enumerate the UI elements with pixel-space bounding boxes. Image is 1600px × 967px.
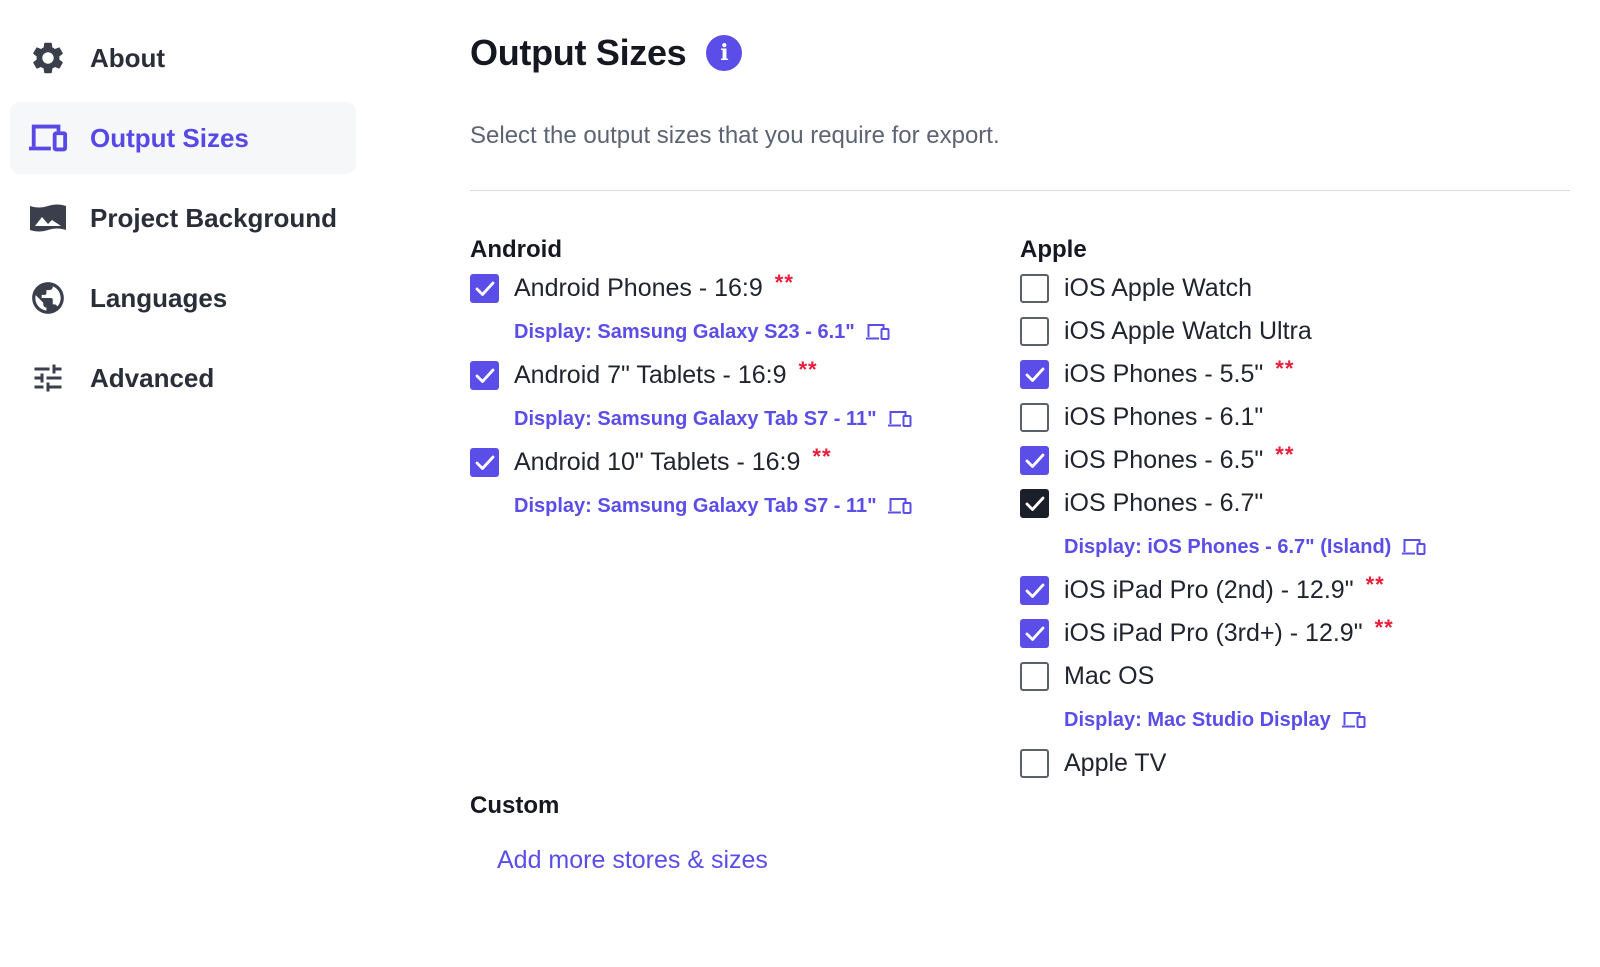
checkbox[interactable]: [1020, 403, 1049, 432]
custom-heading: Custom: [470, 792, 560, 819]
android-section: Android Android Phones - 16:9 ** Display: …: [470, 191, 1010, 528]
apple-heading: Apple: [1020, 236, 1087, 263]
display-link[interactable]: Display: Samsung Galaxy Tab S7 - 11": [514, 408, 877, 431]
sliders-icon: [28, 358, 68, 398]
display-row: Display: Samsung Galaxy Tab S7 - 11": [470, 397, 1010, 441]
sidebar-item-languages[interactable]: Languages: [10, 262, 356, 334]
sidebar-item-label: Project Background: [90, 202, 338, 233]
device-icon[interactable]: [1401, 537, 1427, 557]
option-row[interactable]: Mac OS: [1020, 655, 1570, 698]
sidebar-item-output-sizes[interactable]: Output Sizes: [10, 102, 356, 174]
option-label: iOS iPad Pro (2nd) - 12.9": [1064, 576, 1354, 604]
option-label: iOS Phones - 5.5": [1064, 360, 1264, 388]
option-row[interactable]: iOS Phones - 6.7": [1020, 482, 1570, 525]
option-row[interactable]: iOS Apple Watch Ultra: [1020, 310, 1570, 353]
checkbox[interactable]: [1020, 662, 1049, 691]
required-marker: **: [774, 269, 794, 295]
apple-options: iOS Apple Watch iOS Apple Watch Ultra iOS …: [1020, 267, 1570, 785]
add-stores-link[interactable]: Add more stores & sizes: [497, 846, 768, 875]
display-link[interactable]: Display: Mac Studio Display: [1064, 709, 1331, 732]
display-row: Display: Samsung Galaxy Tab S7 - 11": [470, 484, 1010, 528]
option-row[interactable]: iOS iPad Pro (3rd+) - 12.9" **: [1020, 612, 1570, 655]
option-row[interactable]: iOS Apple Watch: [1020, 267, 1570, 310]
option-row[interactable]: Android Phones - 16:9 **: [470, 267, 1010, 310]
checkbox[interactable]: [1020, 576, 1049, 605]
display-link[interactable]: Display: iOS Phones - 6.7" (Island): [1064, 536, 1391, 559]
option-row[interactable]: iOS Phones - 6.5" **: [1020, 439, 1570, 482]
option-label: iOS iPad Pro (3rd+) - 12.9": [1064, 619, 1363, 647]
option-label: Mac OS: [1064, 662, 1155, 690]
option-row[interactable]: Apple TV: [1020, 742, 1570, 785]
option-row[interactable]: Android 10" Tablets - 16:9 **: [470, 441, 1010, 484]
checkbox[interactable]: [1020, 274, 1049, 303]
android-heading: Android: [470, 236, 562, 263]
info-icon[interactable]: i: [706, 35, 743, 71]
sidebar-item-label: About: [90, 42, 166, 73]
device-icon[interactable]: [887, 409, 913, 429]
display-link[interactable]: Display: Samsung Galaxy S23 - 6.1": [514, 321, 855, 344]
sidebar-item-advanced[interactable]: Advanced: [10, 342, 356, 414]
device-icon[interactable]: [865, 322, 891, 342]
checkbox[interactable]: [1020, 446, 1049, 475]
checkbox[interactable]: [470, 448, 499, 477]
sidebar-item-about[interactable]: About: [10, 22, 356, 94]
page-subtitle: Select the output sizes that you require…: [470, 122, 1000, 149]
required-marker: **: [1374, 614, 1394, 640]
page-title: Output Sizes: [470, 32, 687, 73]
required-marker: **: [812, 443, 832, 469]
display-row: Display: Samsung Galaxy S23 - 6.1": [470, 310, 1010, 354]
globe-icon: [28, 278, 68, 318]
output-size-columns: Android Android Phones - 16:9 ** Display: …: [470, 191, 1570, 778]
option-row[interactable]: iOS iPad Pro (2nd) - 12.9" **: [1020, 569, 1570, 612]
option-row[interactable]: iOS Phones - 6.1": [1020, 396, 1570, 439]
required-marker: **: [798, 356, 818, 382]
main-content: Output Sizes i Select the output sizes t…: [470, 28, 1570, 778]
device-icon[interactable]: [1341, 710, 1367, 730]
image-icon: [28, 198, 68, 238]
option-row[interactable]: iOS Phones - 5.5" **: [1020, 353, 1570, 396]
display-link[interactable]: Display: Samsung Galaxy Tab S7 - 11": [514, 495, 877, 518]
option-label: iOS Apple Watch: [1064, 274, 1253, 302]
required-marker: **: [1275, 355, 1295, 381]
checkbox[interactable]: [1020, 489, 1049, 518]
gear-icon: [28, 38, 68, 78]
sidebar: About Output Sizes Project Background La…: [10, 22, 356, 422]
option-row[interactable]: Android 7" Tablets - 16:9 **: [470, 354, 1010, 397]
required-marker: **: [1365, 571, 1385, 597]
required-marker: **: [1275, 441, 1295, 467]
option-label: Apple TV: [1064, 749, 1167, 777]
checkbox[interactable]: [1020, 749, 1049, 778]
display-row: Display: Mac Studio Display: [1020, 698, 1570, 742]
display-row: Display: iOS Phones - 6.7" (Island): [1020, 525, 1570, 569]
option-label: Android Phones - 16:9: [514, 274, 763, 302]
checkbox[interactable]: [1020, 317, 1049, 346]
devices-icon: [28, 118, 68, 158]
option-label: Android 7" Tablets - 16:9: [514, 361, 787, 389]
sidebar-item-project-background[interactable]: Project Background: [10, 182, 356, 254]
checkbox[interactable]: [470, 274, 499, 303]
option-label: iOS Phones - 6.1": [1064, 403, 1264, 431]
apple-section: Apple iOS Apple Watch iOS Apple Watch Ult…: [1020, 191, 1570, 785]
option-label: iOS Phones - 6.5": [1064, 446, 1264, 474]
sidebar-item-label: Output Sizes: [90, 122, 249, 153]
sidebar-item-label: Advanced: [90, 362, 215, 393]
android-options: Android Phones - 16:9 ** Display: Samsung …: [470, 267, 1010, 528]
option-label: Android 10" Tablets - 16:9: [514, 448, 801, 476]
device-icon[interactable]: [887, 496, 913, 516]
option-label: iOS Apple Watch Ultra: [1064, 317, 1312, 345]
checkbox[interactable]: [1020, 360, 1049, 389]
checkbox[interactable]: [470, 361, 499, 390]
checkbox[interactable]: [1020, 619, 1049, 648]
sidebar-item-label: Languages: [90, 282, 228, 313]
option-label: iOS Phones - 6.7": [1064, 489, 1264, 517]
